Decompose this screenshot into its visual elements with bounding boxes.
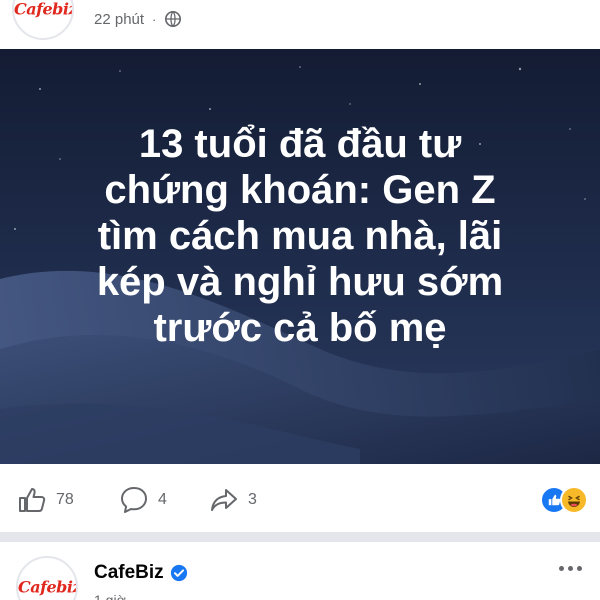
post-meta: 22 phút · xyxy=(94,10,182,28)
post-time[interactable]: 1 giờ xyxy=(94,592,126,600)
headline-line: 13 tuổi đã đầu tư xyxy=(138,122,462,166)
page-avatar[interactable]: Cafebiz xyxy=(12,0,74,40)
post-time[interactable]: 22 phút xyxy=(94,11,144,28)
comment-count: 4 xyxy=(158,491,167,508)
comment-icon xyxy=(121,487,147,513)
comment-button[interactable]: 4 xyxy=(118,484,167,516)
reactions-summary[interactable] xyxy=(540,486,588,514)
share-count: 3 xyxy=(248,491,257,508)
meta-separator: · xyxy=(152,11,157,27)
share-button[interactable]: 3 xyxy=(208,484,257,516)
post-action-bar: 78 4 3 xyxy=(0,470,600,530)
page-name-text[interactable]: CafeBiz xyxy=(94,562,164,584)
globe-icon xyxy=(165,10,182,28)
post-image[interactable]: 13 tuổi đã đầu tư chứng khoán: Gen Z tìm… xyxy=(0,49,600,464)
post-headline: 13 tuổi đã đầu tư chứng khoán: Gen Z tìm… xyxy=(40,121,560,351)
headline-line: tìm cách mua nhà, lãi xyxy=(97,214,503,258)
like-button[interactable]: 78 xyxy=(16,484,74,516)
cafebiz-logo: Cafebiz xyxy=(14,0,72,19)
haha-reaction-icon xyxy=(560,486,588,514)
post-header-bottom: Cafebiz CafeBiz 1 giờ xyxy=(0,542,600,600)
page-avatar[interactable]: Cafebiz xyxy=(16,556,78,600)
headline-line: chứng khoán: Gen Z xyxy=(104,168,496,212)
headline-line: trước cả bố mẹ xyxy=(153,306,447,350)
feed-divider xyxy=(0,532,600,542)
post-header-top: Cafebiz 22 phút · xyxy=(0,0,600,48)
cafebiz-logo: Cafebiz xyxy=(18,577,76,597)
like-count: 78 xyxy=(56,491,74,508)
page-name[interactable]: CafeBiz xyxy=(94,562,188,584)
headline-line: kép và nghỉ hưu sớm xyxy=(96,260,504,304)
verified-badge-icon xyxy=(170,564,187,582)
more-options-icon[interactable] xyxy=(559,566,582,571)
thumbs-up-icon xyxy=(19,488,46,512)
share-arrow-icon xyxy=(211,489,237,511)
